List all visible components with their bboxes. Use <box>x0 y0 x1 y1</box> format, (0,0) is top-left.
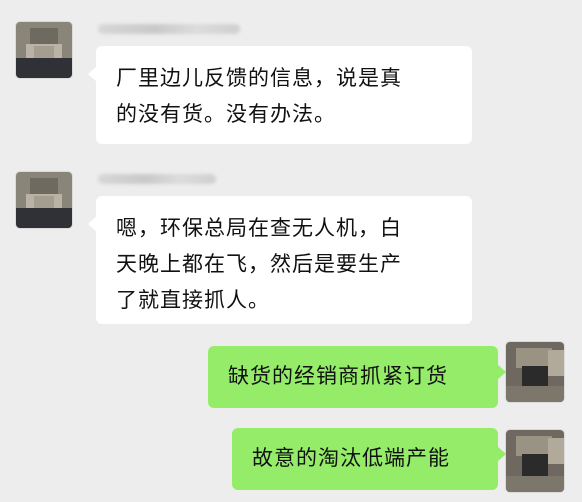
bubble-tail <box>497 364 506 380</box>
bubble-tail <box>88 216 97 232</box>
message-bubble-outgoing[interactable]: 缺货的经销商抓紧订货 <box>208 346 506 408</box>
sender-name-blurred <box>98 174 216 184</box>
message-text-line: 嗯，环保总局在查无人机，白 <box>116 216 402 240</box>
my-avatar[interactable] <box>506 342 564 402</box>
message-text-line: 缺货的经销商抓紧订货 <box>228 364 448 388</box>
contact-avatar[interactable] <box>16 22 72 78</box>
message-text-line: 厂里边儿反馈的信息，说是真 <box>116 66 402 90</box>
chat-conversation: 厂里边儿反馈的信息，说是真 的没有货。没有办法。 嗯，环保总局在查无人机，白 天… <box>0 0 582 502</box>
my-avatar[interactable] <box>506 430 564 492</box>
message-text-line: 了就直接抓人。 <box>116 288 270 312</box>
sender-name-blurred <box>98 24 240 34</box>
contact-avatar[interactable] <box>16 172 72 228</box>
message-bubble-outgoing[interactable]: 故意的淘汰低端产能 <box>232 428 506 490</box>
message-bubble-incoming[interactable]: 嗯，环保总局在查无人机，白 天晚上都在飞，然后是要生产 了就直接抓人。 <box>88 196 472 324</box>
bubble-tail <box>497 446 506 462</box>
message-text-line: 故意的淘汰低端产能 <box>252 446 450 470</box>
message-text-line: 的没有货。没有办法。 <box>116 102 336 126</box>
message-bubble-incoming[interactable]: 厂里边儿反馈的信息，说是真 的没有货。没有办法。 <box>88 46 472 144</box>
bubble-tail <box>88 66 97 82</box>
message-text-line: 天晚上都在飞，然后是要生产 <box>116 252 402 276</box>
